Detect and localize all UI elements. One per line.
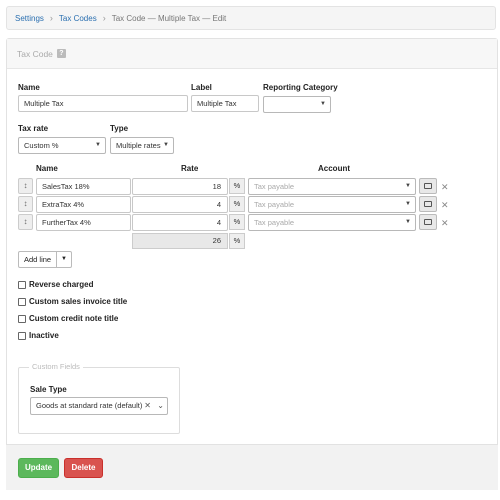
checkbox-box[interactable] (18, 297, 26, 306)
custom-sales-invoice-title-label: Custom sales invoice title (29, 297, 128, 306)
breadcrumb-settings-link[interactable]: Settings (15, 14, 44, 23)
checkbox-box[interactable] (18, 314, 26, 323)
add-line-button-group: Add line ▼ (18, 251, 72, 268)
clear-icon[interactable]: ✕ (144, 398, 151, 413)
custom-credit-note-title-checkbox[interactable]: Custom credit note title (18, 314, 118, 323)
line-account-select[interactable]: Tax payable ▼ (248, 178, 416, 195)
percent-addon: % (229, 196, 245, 212)
account-lookup-button[interactable] (419, 178, 437, 194)
reverse-charged-checkbox[interactable]: Reverse charged (18, 280, 93, 289)
account-lookup-button[interactable] (419, 214, 437, 230)
custom-fields-legend: Custom Fields (29, 362, 83, 371)
line-rate-input[interactable]: 4 (132, 196, 228, 213)
label-label: Label (191, 83, 212, 92)
sale-type-select[interactable]: Goods at standard rate (default) ✕ ⌄ (30, 397, 168, 415)
name-input[interactable]: Multiple Tax (18, 95, 188, 112)
type-value: Multiple rates (116, 141, 161, 150)
update-button[interactable]: Update (18, 458, 59, 478)
checkbox-box[interactable] (18, 331, 26, 340)
percent-addon: % (229, 178, 245, 194)
reporting-category-label: Reporting Category (263, 83, 338, 92)
line-rate-input[interactable]: 18 (132, 178, 228, 195)
custom-sales-invoice-title-checkbox[interactable]: Custom sales invoice title (18, 297, 127, 306)
card-icon (424, 183, 432, 189)
line-name-input[interactable]: SalesTax 18% (36, 178, 131, 195)
remove-line-icon[interactable]: ✕ (441, 179, 449, 195)
rate-total: 26 (132, 233, 228, 249)
type-label: Type (110, 124, 129, 133)
reporting-category-select[interactable]: ▼ (263, 96, 331, 113)
inactive-checkbox[interactable]: Inactive (18, 331, 59, 340)
card-icon (424, 219, 432, 225)
remove-line-icon[interactable]: ✕ (441, 197, 449, 213)
line-account-value: Tax payable (254, 218, 295, 227)
breadcrumb: Settings › Tax Codes › Tax Code — Multip… (6, 6, 496, 30)
checkbox-box[interactable] (18, 280, 26, 289)
sale-type-value: Goods at standard rate (default) (36, 401, 143, 410)
tax-rate-label: Tax rate (18, 124, 49, 133)
line-name-input[interactable]: ExtraTax 4% (36, 196, 131, 213)
panel-header: Tax Code ? (7, 39, 497, 69)
inactive-label: Inactive (29, 331, 59, 340)
add-line-button[interactable]: Add line (19, 252, 57, 267)
card-icon (424, 201, 432, 207)
tax-rate-value: Custom % (24, 141, 59, 150)
line-account-value: Tax payable (254, 200, 295, 209)
type-select[interactable]: Multiple rates ▼ (110, 137, 174, 154)
chevron-down-icon[interactable]: ⌄ (157, 398, 164, 413)
drag-handle-icon[interactable]: ↕ (18, 178, 33, 194)
breadcrumb-current: Tax Code — Multiple Tax — Edit (111, 13, 227, 23)
percent-addon: % (229, 233, 245, 249)
reverse-charged-label: Reverse charged (29, 280, 94, 289)
col-header-name: Name (36, 164, 58, 173)
drag-handle-icon[interactable]: ↕ (18, 196, 33, 212)
percent-addon: % (229, 214, 245, 230)
line-rate-input[interactable]: 4 (132, 214, 228, 231)
help-icon[interactable]: ? (56, 49, 66, 58)
caret-down-icon[interactable]: ▼ (57, 252, 71, 267)
account-lookup-button[interactable] (419, 196, 437, 212)
custom-credit-note-title-label: Custom credit note title (29, 314, 119, 323)
line-name-input[interactable]: FurtherTax 4% (36, 214, 131, 231)
col-header-rate: Rate (181, 164, 199, 173)
line-account-value: Tax payable (254, 182, 295, 191)
delete-button[interactable]: Delete (64, 458, 103, 478)
label-input[interactable]: Multiple Tax (191, 95, 259, 112)
line-account-select[interactable]: Tax payable ▼ (248, 196, 416, 213)
remove-line-icon[interactable]: ✕ (441, 215, 449, 231)
name-label: Name (18, 83, 40, 92)
caret-down-icon: ▼ (405, 219, 411, 225)
caret-down-icon: ▼ (320, 101, 326, 107)
chevron-right-icon: › (102, 13, 106, 23)
drag-handle-icon[interactable]: ↕ (18, 214, 33, 230)
caret-down-icon: ▼ (163, 142, 169, 148)
line-account-select[interactable]: Tax payable ▼ (248, 214, 416, 231)
chevron-right-icon: › (49, 13, 53, 23)
col-header-account: Account (318, 164, 350, 173)
caret-down-icon: ▼ (405, 183, 411, 189)
sale-type-label: Sale Type (30, 385, 67, 394)
tax-rate-select[interactable]: Custom % ▼ (18, 137, 106, 154)
caret-down-icon: ▼ (405, 201, 411, 207)
breadcrumb-tax-codes-link[interactable]: Tax Codes (59, 14, 97, 23)
panel-title: Tax Code (17, 48, 53, 59)
caret-down-icon: ▼ (95, 142, 101, 148)
